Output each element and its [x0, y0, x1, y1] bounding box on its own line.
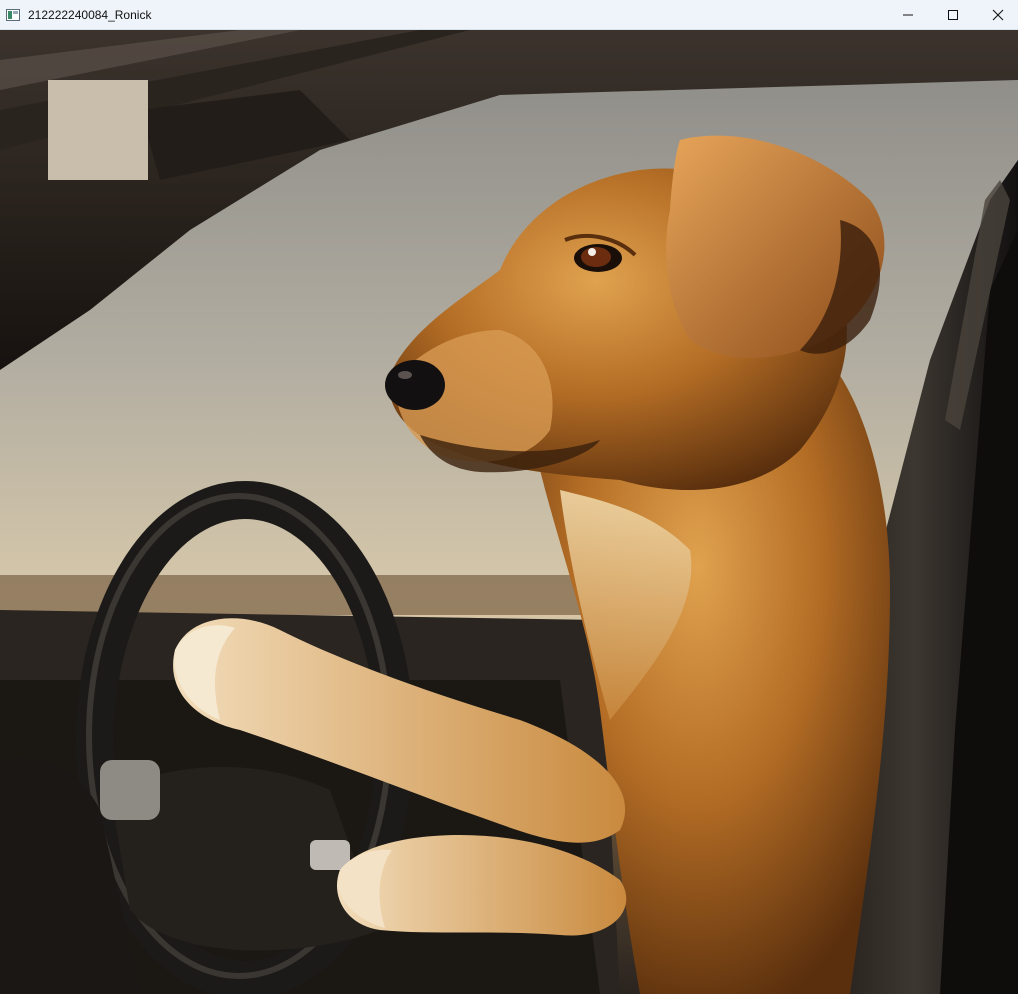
- dog-driving-photo: [0, 30, 1018, 994]
- close-button[interactable]: [975, 0, 1018, 30]
- title-bar: 212222240084_Ronick: [0, 0, 1018, 30]
- minimize-icon: [903, 14, 913, 16]
- beige-square-patch: [48, 80, 148, 180]
- dog-nose: [385, 360, 445, 410]
- maximize-button[interactable]: [930, 0, 976, 30]
- maximize-icon: [948, 10, 958, 20]
- close-icon: [992, 9, 1004, 21]
- app-icon: [6, 8, 20, 21]
- window-title: 212222240084_Ronick: [28, 8, 152, 22]
- minimize-button[interactable]: [885, 0, 931, 30]
- image-canvas: [0, 30, 1018, 994]
- horizon: [0, 575, 620, 615]
